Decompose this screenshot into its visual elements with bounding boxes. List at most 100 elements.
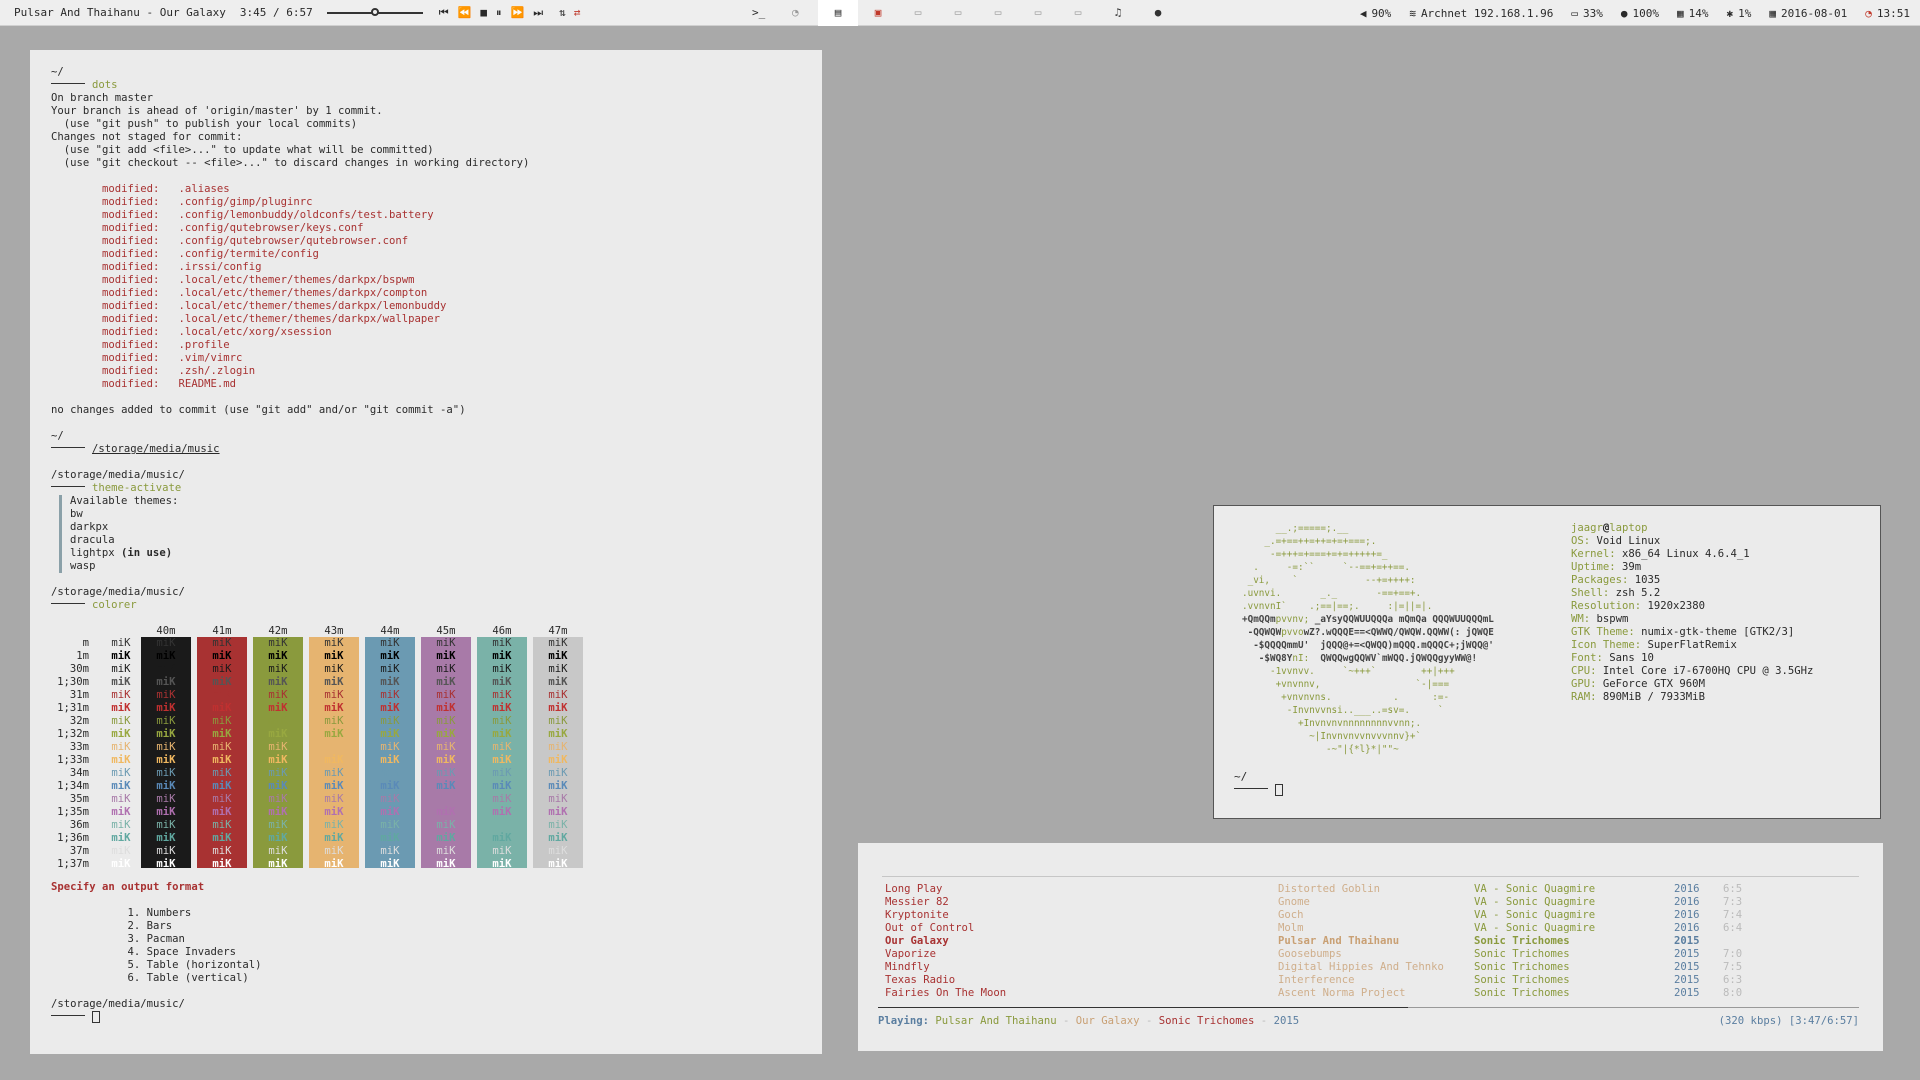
format-option: 1. Numbers: [51, 907, 192, 919]
workspace-5-icon[interactable]: ▭: [978, 0, 1018, 26]
modified-file: modified: .local/etc/themer/themes/darkp…: [51, 300, 447, 312]
compass-icon[interactable]: ◔: [792, 6, 799, 19]
grid-row-label: 31m: [69, 689, 89, 701]
grid-cell: miK: [380, 702, 400, 714]
info-row: Uptime: 39m: [1571, 561, 1642, 573]
track-row[interactable]: Vaporize Goosebumps Sonic Trichomes 2015 7:0: [885, 948, 1860, 961]
theme-item: bw: [70, 508, 83, 520]
prompt-path: /storage/media/music/: [51, 998, 185, 1010]
volume-status[interactable]: ◀ 90%: [1360, 7, 1392, 20]
track-length: 8:0: [1723, 987, 1743, 999]
grid-cell: miK: [268, 702, 288, 714]
track-row[interactable]: Long Play Distorted Goblin VA - Sonic Quag…: [885, 883, 1860, 896]
workspace-terminal-icon[interactable]: ▤: [818, 0, 858, 26]
info-row: Packages: 1035: [1571, 574, 1661, 586]
grid-cell: miK: [380, 858, 400, 870]
track-length: 6:5: [1723, 883, 1743, 895]
grid-cell: miK: [268, 780, 288, 792]
brightness-status[interactable]: ● 100%: [1621, 7, 1659, 20]
grid-cell: miK: [548, 650, 568, 662]
grid-cell: miK: [436, 702, 456, 714]
now-playing-title: Pulsar And Thaihanu - Our Galaxy: [14, 6, 226, 19]
workspace-7-icon[interactable]: ▭: [1058, 0, 1098, 26]
grid-cell: miK: [268, 754, 288, 766]
wifi-status[interactable]: ≋ Archnet 192.168.1.96: [1409, 7, 1553, 20]
track-album: Sonic Trichomes: [1474, 974, 1570, 986]
grid-cell: miK: [548, 819, 568, 831]
info-row: Shell: zsh 5.2: [1571, 587, 1661, 599]
terminal-screenfetch[interactable]: __.;=====;.__ _.=+==++=++=+=+===;. -=+++…: [1213, 505, 1881, 819]
track-row[interactable]: Texas Radio Interference Sonic Trichomes 20…: [885, 974, 1860, 987]
format-option: 2. Bars: [51, 920, 173, 932]
info-row: Icon Theme: SuperFlatRemix: [1571, 639, 1737, 651]
output-line: Changes not staged for commit:: [51, 131, 243, 143]
grid-cell: miK: [111, 637, 131, 649]
grid-cell: miK: [548, 780, 568, 792]
terminal-main[interactable]: ~/dots On branch master Your branch is ahe…: [30, 50, 822, 1054]
grid-cell: miK: [324, 689, 344, 701]
grid-cell: miK: [548, 728, 568, 740]
seek-slider[interactable]: [326, 7, 423, 18]
track-length: 6:4: [1723, 922, 1743, 934]
grid-cell: miK: [268, 637, 288, 649]
grid-cell: miK: [156, 793, 176, 805]
stop-icon[interactable]: ■: [480, 6, 487, 20]
calendar-status[interactable]: ▦ 2016-08-01: [1769, 7, 1847, 20]
grid-cell: miK: [436, 637, 456, 649]
seek-knob[interactable]: [370, 7, 379, 16]
output-line: On branch master: [51, 92, 154, 104]
theme-item: wasp: [70, 560, 96, 572]
track-title: Fairies On The Moon: [885, 987, 1007, 999]
clock-status[interactable]: ◔ 13:51: [1865, 7, 1910, 20]
grid-cell: miK: [156, 676, 176, 688]
cpu-status[interactable]: ✱ 1%: [1727, 7, 1752, 20]
workspace-chat-icon[interactable]: ●: [1138, 0, 1178, 26]
shuffle-icon[interactable]: ⇅: [559, 6, 566, 19]
grid-cell: miK: [212, 845, 232, 857]
pause-icon[interactable]: ⏸: [496, 6, 502, 20]
workspace-4-icon[interactable]: ▭: [938, 0, 978, 26]
wifi-icon: ≋: [1409, 6, 1416, 20]
grid-cell: miK: [268, 676, 288, 688]
track-row[interactable]: Our Galaxy Pulsar And Thaihanu Sonic Trich…: [885, 935, 1860, 948]
track-year: 2015: [1674, 974, 1700, 986]
playing-year: 2015: [1273, 1015, 1300, 1027]
track-year: 2015: [1674, 987, 1700, 999]
memory-status[interactable]: ▦ 14%: [1677, 7, 1709, 20]
track-row[interactable]: Kryptonite Goch VA - Sonic Quagmire 2016 7:4: [885, 909, 1860, 922]
grid-cell: miK: [268, 858, 288, 870]
repeat-icon[interactable]: ⇄: [574, 6, 581, 19]
previous-icon[interactable]: ⏮: [439, 6, 449, 20]
grid-cell: miK: [212, 754, 232, 766]
track-row[interactable]: Out of Control Molm VA - Sonic Quagmire 201…: [885, 922, 1860, 935]
forward-icon[interactable]: ⏩: [511, 6, 525, 20]
grid-cell: miK: [548, 858, 568, 870]
workspace-3-icon[interactable]: ▭: [898, 0, 938, 26]
track-row[interactable]: Fairies On The Moon Ascent Norma Project S…: [885, 987, 1860, 1000]
workspace-6-icon[interactable]: ▭: [1018, 0, 1058, 26]
grid-row-label: 1;37m: [57, 858, 89, 870]
workspace-music-icon[interactable]: ♫: [1098, 0, 1138, 26]
workspace-active-icon[interactable]: ▣: [858, 0, 898, 26]
music-player[interactable]: Long Play Distorted Goblin VA - Sonic Quag…: [858, 843, 1883, 1051]
grid-cell: miK: [436, 663, 456, 675]
terminal-icon[interactable]: >_: [752, 6, 765, 19]
grid-cell: miK: [324, 728, 344, 740]
grid-cell: miK: [380, 637, 400, 649]
next-icon[interactable]: ⏭: [533, 6, 543, 20]
grid-cell: miK: [324, 767, 344, 779]
grid-cell: miK: [492, 832, 512, 844]
playback-progress[interactable]: [878, 1007, 1859, 1010]
track-row[interactable]: Mindfly Digital Hippies And Tehnko Sonic T…: [885, 961, 1860, 974]
rewind-icon[interactable]: ⏪: [458, 6, 472, 20]
battery-status[interactable]: ▭ 33%: [1571, 7, 1603, 20]
grid-cell: miK: [156, 715, 176, 727]
grid-cell: miK: [380, 832, 400, 844]
grid-cell: miK: [324, 676, 344, 688]
grid-cell: miK: [492, 637, 512, 649]
modified-file: modified: .aliases: [51, 183, 230, 195]
grid-cell: miK: [156, 663, 176, 675]
track-year: 2015: [1674, 961, 1700, 973]
track-row[interactable]: Messier 82 Gnome VA - Sonic Quagmire 2016 7:…: [885, 896, 1860, 909]
track-artist: Molm: [1278, 922, 1304, 934]
